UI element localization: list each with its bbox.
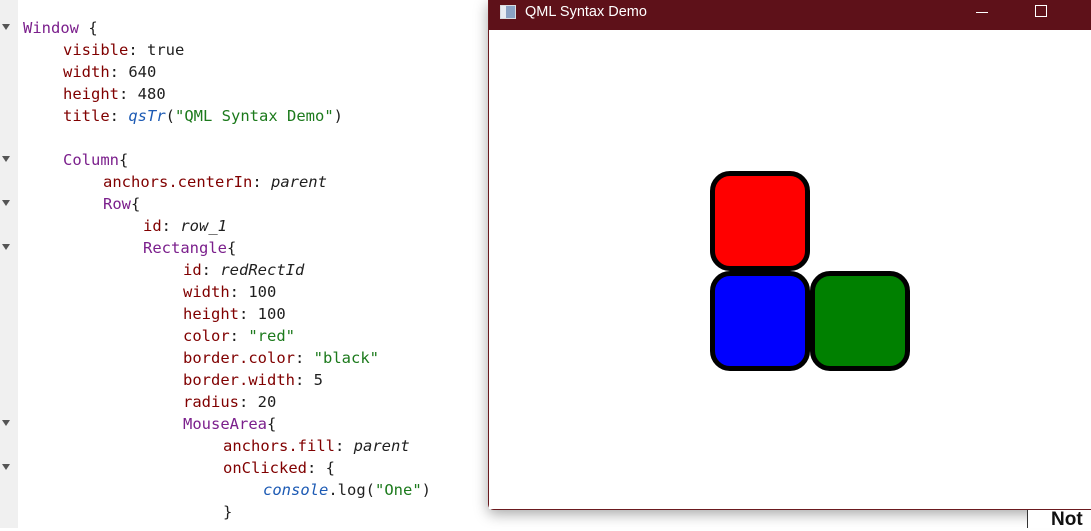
code-text: } — [223, 501, 232, 523]
code-text: anchors.fill: parent — [223, 435, 410, 457]
code-token: border.color — [183, 349, 295, 367]
window-title: QML Syntax Demo — [525, 4, 647, 20]
code-token: title — [63, 107, 110, 125]
code-token: "black" — [313, 349, 379, 367]
code-text: border.width: 5 — [183, 369, 323, 391]
code-token: id — [143, 217, 162, 235]
code-token: redRectId — [220, 261, 305, 279]
code-token: : 20 — [239, 393, 277, 411]
code-token: : 100 — [229, 283, 277, 301]
code-token: ) — [421, 481, 432, 499]
code-token: : 100 — [239, 305, 286, 323]
qml-app-window[interactable]: QML Syntax Demo — [488, 0, 1091, 510]
fold-arrow-icon[interactable] — [2, 24, 10, 30]
code-token: : { — [307, 459, 335, 477]
code-token: : true — [128, 41, 185, 59]
fold-arrow-icon[interactable] — [2, 156, 10, 162]
code-token: row_1 — [180, 217, 228, 235]
code-text: MouseArea{ — [183, 413, 276, 435]
code-token: Column — [63, 151, 119, 169]
code-token: height — [183, 305, 239, 323]
editor-gutter — [0, 0, 18, 528]
blue-rectangle[interactable] — [710, 271, 810, 371]
code-token: : 5 — [294, 371, 323, 389]
code-token: : 480 — [119, 85, 166, 103]
code-text: Row{ — [103, 193, 140, 215]
code-text: border.color: "black" — [183, 347, 379, 369]
code-token: { — [131, 195, 141, 213]
code-token: { — [119, 151, 129, 169]
code-token: "red" — [248, 327, 296, 345]
code-token: Rectangle — [143, 239, 227, 257]
code-token: width — [63, 63, 110, 81]
minimize-button[interactable] — [959, 0, 1005, 28]
code-text: onClicked: { — [223, 457, 335, 479]
code-token: : — [252, 173, 271, 191]
code-token: Row — [103, 195, 131, 213]
code-text: radius: 20 — [183, 391, 276, 413]
app-window-icon — [500, 5, 516, 19]
code-token: id — [183, 261, 202, 279]
code-token: { — [267, 415, 277, 433]
code-token: "QML Syntax Demo" — [175, 107, 334, 125]
code-text: height: 100 — [183, 303, 286, 325]
code-text: title: qsTr("QML Syntax Demo") — [63, 105, 343, 127]
code-token: : — [109, 107, 129, 125]
fold-arrow-icon[interactable] — [2, 420, 10, 426]
code-text: color: "red" — [183, 325, 295, 347]
code-token: MouseArea — [183, 415, 267, 433]
code-text: id: redRectId — [183, 259, 304, 281]
code-text: Window { — [23, 17, 98, 39]
code-token: parent — [353, 437, 410, 455]
maximize-icon — [1035, 5, 1047, 17]
fold-arrow-icon[interactable] — [2, 464, 10, 470]
window-titlebar[interactable]: QML Syntax Demo — [489, 0, 1091, 30]
code-token: } — [223, 503, 233, 521]
code-token: console — [263, 481, 329, 499]
code-token: anchors.fill — [223, 437, 335, 455]
code-token: : — [201, 261, 221, 279]
code-token: width — [183, 283, 230, 301]
green-rectangle[interactable] — [810, 271, 910, 371]
code-text: console.log("One") — [263, 479, 431, 501]
window-canvas — [489, 30, 1091, 509]
red-rectangle[interactable] — [710, 171, 810, 271]
code-token: radius — [183, 393, 239, 411]
code-token: height — [63, 85, 119, 103]
code-token: parent — [270, 173, 327, 191]
code-token: border.width — [183, 371, 295, 389]
code-text: width: 100 — [183, 281, 276, 303]
code-token: qsTr — [128, 107, 166, 125]
code-token: : 640 — [109, 63, 157, 81]
code-text: width: 640 — [63, 61, 156, 83]
code-token: ) — [333, 107, 343, 125]
code-token: color — [183, 327, 230, 345]
maximize-button[interactable] — [1017, 0, 1063, 28]
code-token: : — [334, 437, 354, 455]
code-text: visible: true — [63, 39, 184, 61]
code-token: : — [161, 217, 181, 235]
code-token: Window — [23, 19, 79, 37]
fold-arrow-icon[interactable] — [2, 200, 10, 206]
code-token: visible — [63, 41, 129, 59]
code-token: { — [227, 239, 237, 257]
code-text: Column{ — [63, 149, 128, 171]
code-token: anchors.centerIn — [103, 173, 253, 191]
code-token: "One" — [375, 481, 422, 499]
code-text: id: row_1 — [143, 215, 227, 237]
code-token: { — [79, 19, 98, 37]
code-text: height: 480 — [63, 83, 166, 105]
minimize-icon — [976, 12, 988, 13]
code-text: Rectangle{ — [143, 237, 236, 259]
code-token: ( — [165, 107, 176, 125]
code-token: : — [294, 349, 314, 367]
code-token: : — [229, 327, 249, 345]
code-token: onClicked — [223, 459, 307, 477]
code-text: anchors.centerIn: parent — [103, 171, 327, 193]
fold-arrow-icon[interactable] — [2, 244, 10, 250]
code-token: .log( — [328, 481, 375, 499]
